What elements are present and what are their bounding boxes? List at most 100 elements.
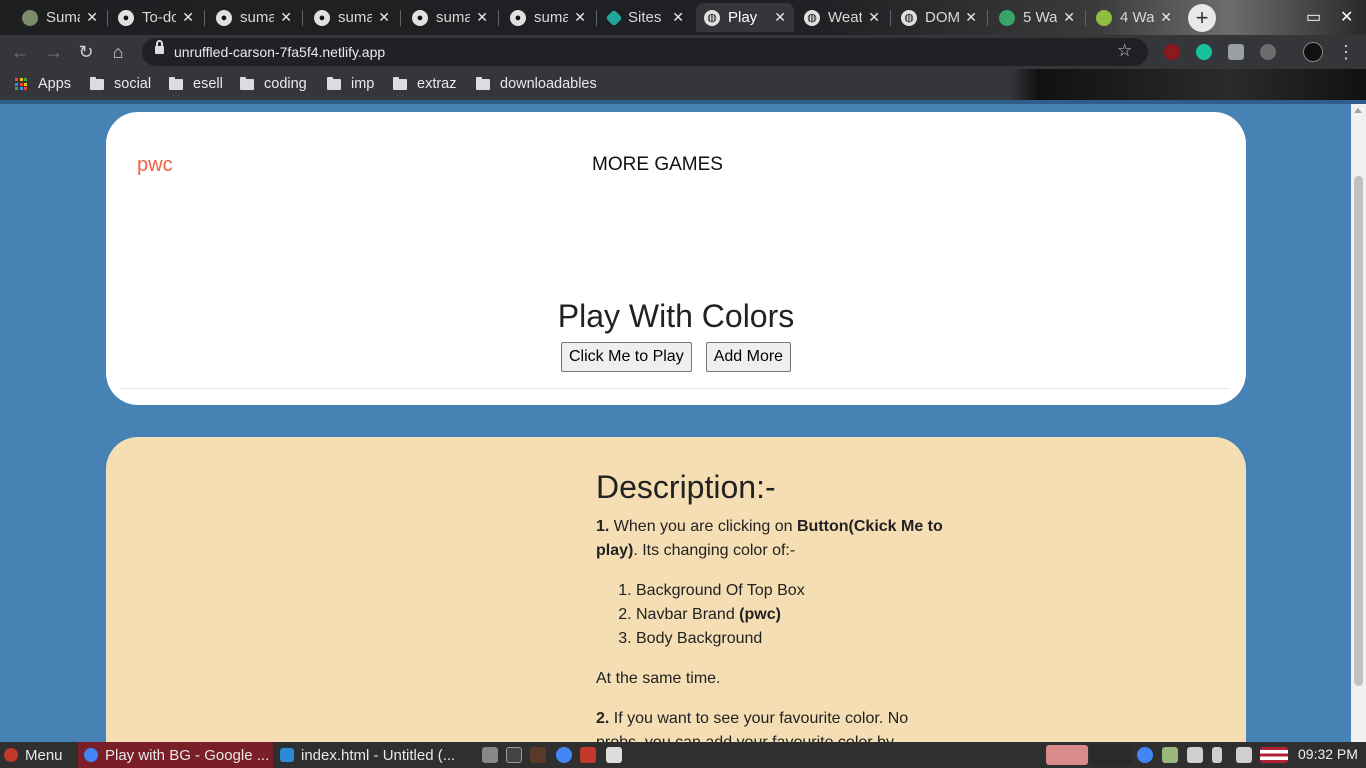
taskbar-item-chrome[interactable]: Play with BG - Google ... bbox=[78, 742, 273, 768]
files-icon[interactable] bbox=[482, 747, 498, 763]
chrome-launcher-icon[interactable] bbox=[556, 747, 572, 763]
tab-label: suma bbox=[240, 9, 275, 26]
browser-tab[interactable]: ◍ Weat ✕ bbox=[796, 3, 888, 32]
description-paragraph-2: 2. If you want to see your favourite col… bbox=[596, 707, 956, 742]
workspace-2[interactable] bbox=[1090, 745, 1132, 765]
user-avatar-icon bbox=[22, 9, 38, 26]
close-icon[interactable]: ✕ bbox=[378, 9, 390, 26]
browser-tab-active[interactable]: ◍ Play ✕ bbox=[696, 3, 794, 32]
notes-icon[interactable] bbox=[606, 747, 622, 763]
os-taskbar: Menu Play with BG - Google ... index.htm… bbox=[0, 742, 1366, 768]
media-icon[interactable] bbox=[530, 747, 546, 763]
close-window-icon[interactable]: ✕ bbox=[1340, 7, 1353, 27]
top-box: pwc MORE GAMES Play With Colors Click Me… bbox=[106, 112, 1246, 405]
ublock-icon[interactable] bbox=[1164, 44, 1180, 60]
extension-icon[interactable] bbox=[1260, 44, 1276, 60]
description-content: Description:- 1. When you are clicking o… bbox=[596, 467, 956, 742]
clock: 09:32 PM bbox=[1298, 746, 1358, 762]
browser-tab[interactable]: Sites ✕ bbox=[600, 3, 692, 32]
tab-label: Play bbox=[728, 9, 758, 26]
battery-icon[interactable] bbox=[1212, 747, 1222, 763]
close-icon[interactable]: ✕ bbox=[182, 9, 194, 26]
volume-icon[interactable] bbox=[1236, 747, 1252, 763]
folder-icon bbox=[169, 76, 183, 90]
menu-icon[interactable]: ⋮ bbox=[1334, 40, 1358, 64]
bookmark-folder-extraz[interactable]: extraz bbox=[393, 76, 457, 92]
description-paragraph-1: 1. When you are clicking on Button(Ckick… bbox=[596, 515, 956, 563]
brand-reference: (pwc) bbox=[739, 606, 781, 623]
wifi-icon[interactable] bbox=[1187, 747, 1203, 763]
filezilla-icon[interactable] bbox=[580, 747, 596, 763]
start-menu-button[interactable]: Menu bbox=[4, 742, 74, 768]
chrome-tray-icon[interactable] bbox=[1137, 747, 1153, 763]
grammarly-icon[interactable] bbox=[1196, 44, 1212, 60]
scrollbar-thumb[interactable] bbox=[1354, 176, 1363, 686]
browser-tab[interactable]: ● To-do ✕ bbox=[110, 3, 202, 32]
shield-tray-icon[interactable] bbox=[1162, 747, 1178, 763]
bookmark-folder-coding[interactable]: coding bbox=[240, 76, 307, 92]
apps-grid-icon bbox=[15, 78, 27, 90]
home-icon[interactable]: ⌂ bbox=[106, 40, 130, 64]
step-number: 1. bbox=[596, 518, 610, 535]
close-icon[interactable]: ✕ bbox=[476, 9, 488, 26]
taskbar-item-vscode[interactable]: index.html - Untitled (... bbox=[280, 742, 475, 768]
address-bar[interactable]: unruffled-carson-7fa5f4.netlify.app ☆ bbox=[142, 38, 1148, 66]
close-icon[interactable]: ✕ bbox=[774, 9, 786, 26]
description-paragraph-same-time: At the same time. bbox=[596, 670, 721, 687]
close-icon[interactable]: ✕ bbox=[672, 9, 684, 26]
workspace-1[interactable] bbox=[1046, 745, 1088, 765]
bookmark-label: extraz bbox=[417, 76, 457, 92]
browser-tab[interactable]: ● suma ✕ bbox=[306, 3, 398, 32]
close-icon[interactable]: ✕ bbox=[280, 9, 292, 26]
browser-tab[interactable]: ◍ DOM ✕ bbox=[893, 3, 985, 32]
restore-icon[interactable]: ▭ bbox=[1306, 7, 1321, 27]
tab-label: Sites bbox=[628, 9, 662, 26]
reload-icon[interactable]: ↻ bbox=[74, 40, 98, 64]
close-icon[interactable]: ✕ bbox=[1160, 9, 1172, 26]
browser-tab[interactable]: Suma ✕ bbox=[14, 3, 106, 32]
bookmarks-bar: Apps social esell coding imp extraz down… bbox=[0, 69, 1366, 100]
bookmark-folder-social[interactable]: social bbox=[90, 76, 151, 92]
button-row: Click Me to Play Add More bbox=[561, 342, 792, 372]
list-item-text: Navbar Brand bbox=[636, 606, 740, 623]
browser-tab[interactable]: 4 Wa ✕ bbox=[1088, 3, 1180, 32]
lock-icon bbox=[155, 40, 164, 55]
bookmark-label: social bbox=[114, 76, 152, 92]
close-icon[interactable]: ✕ bbox=[86, 9, 98, 26]
close-icon[interactable]: ✕ bbox=[1063, 9, 1075, 26]
terminal-icon[interactable] bbox=[506, 747, 522, 763]
profile-avatar[interactable] bbox=[1303, 42, 1323, 62]
github-icon: ● bbox=[314, 9, 330, 26]
shield-icon[interactable] bbox=[1228, 44, 1244, 60]
forward-icon[interactable]: → bbox=[42, 40, 66, 64]
taskbar-item-label: Play with BG - Google ... bbox=[105, 746, 270, 764]
new-tab-button[interactable]: + bbox=[1188, 4, 1216, 32]
close-icon[interactable]: ✕ bbox=[868, 9, 880, 26]
add-more-button[interactable]: Add More bbox=[705, 342, 792, 372]
divider bbox=[120, 388, 1230, 389]
bookmark-folder-esell[interactable]: esell bbox=[169, 76, 223, 92]
more-games-link[interactable]: MORE GAMES bbox=[106, 154, 1209, 176]
bookmark-folder-imp[interactable]: imp bbox=[327, 76, 374, 92]
site-icon bbox=[1096, 9, 1112, 26]
page-scrollbar[interactable] bbox=[1351, 104, 1366, 742]
back-icon[interactable]: ← bbox=[8, 40, 32, 64]
browser-tab[interactable]: ● suma ✕ bbox=[404, 3, 496, 32]
keyboard-layout-flag-icon[interactable] bbox=[1260, 747, 1288, 763]
play-button[interactable]: Click Me to Play bbox=[561, 342, 692, 372]
tab-label: Weat bbox=[828, 9, 863, 26]
site-icon bbox=[999, 9, 1015, 26]
close-icon[interactable]: ✕ bbox=[574, 9, 586, 26]
browser-tab[interactable]: ● suma ✕ bbox=[208, 3, 300, 32]
bookmark-folder-downloadables[interactable]: downloadables bbox=[476, 76, 597, 92]
scroll-up-icon[interactable] bbox=[1354, 108, 1362, 113]
bookmark-star-icon[interactable]: ☆ bbox=[1117, 41, 1132, 61]
browser-tab[interactable]: ● suma ✕ bbox=[502, 3, 594, 32]
close-icon[interactable]: ✕ bbox=[965, 9, 977, 26]
browser-tab[interactable]: 5 Wa ✕ bbox=[991, 3, 1083, 32]
bookmark-apps[interactable]: Apps bbox=[15, 76, 71, 92]
folder-icon bbox=[327, 76, 341, 90]
bookmark-label: coding bbox=[264, 76, 307, 92]
page-viewport: pwc MORE GAMES Play With Colors Click Me… bbox=[0, 104, 1366, 742]
tab-label: 5 Wa bbox=[1023, 9, 1058, 26]
